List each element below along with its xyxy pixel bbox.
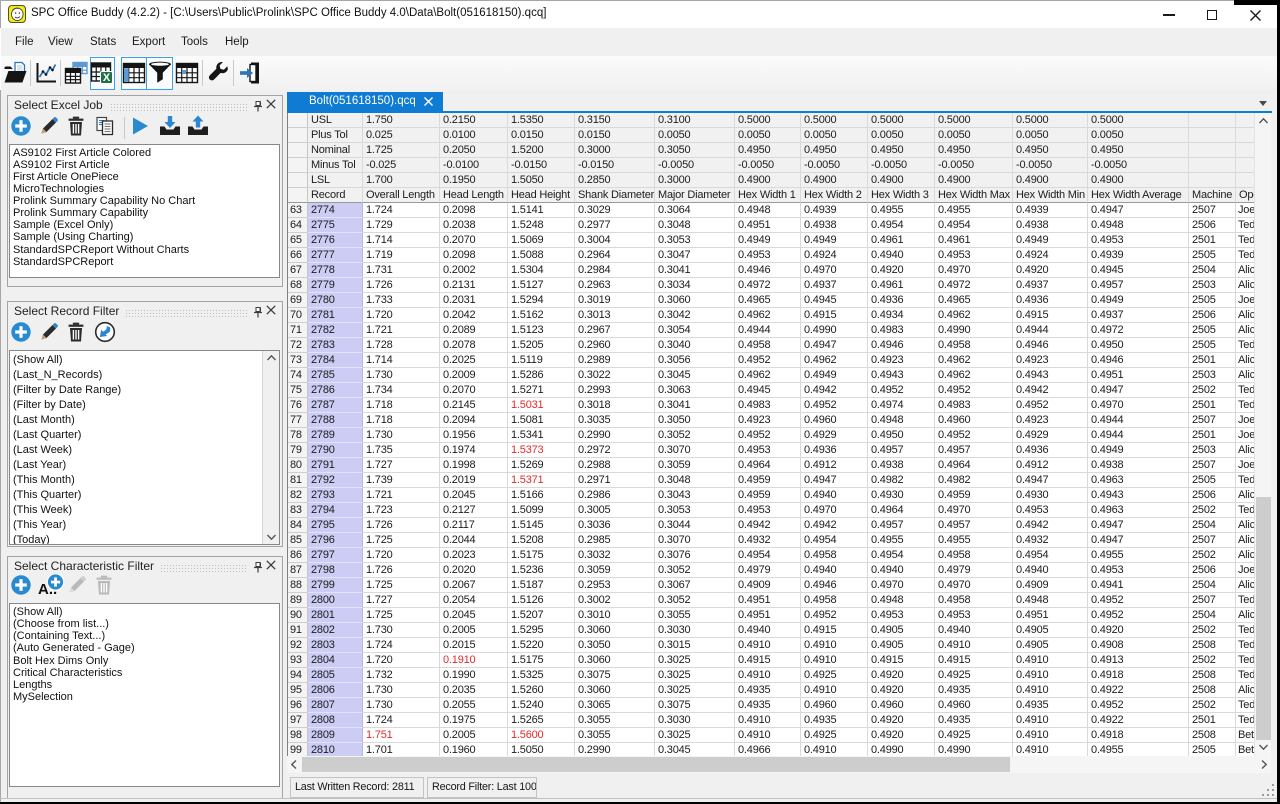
svg-text:X: X bbox=[103, 72, 111, 84]
